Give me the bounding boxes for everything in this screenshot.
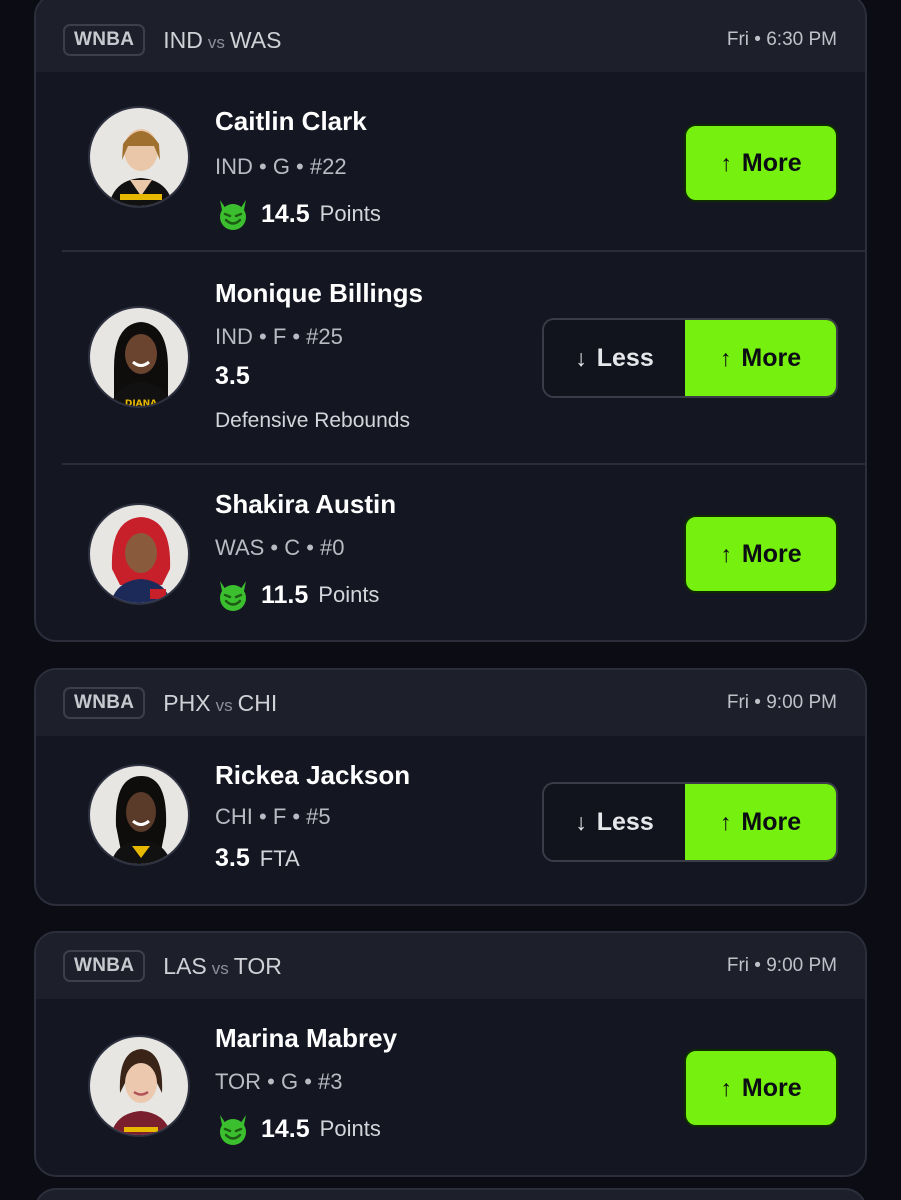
game-time: Fri • 9:00 PM: [726, 692, 837, 713]
player-name: Rickea Jackson: [215, 760, 411, 790]
matchup: LAS vs TOR: [163, 953, 282, 980]
stat-type: Points: [319, 1116, 381, 1141]
player-avatar: [88, 503, 190, 605]
line-value: 11.5: [261, 580, 309, 609]
line-value: 14.5: [261, 1114, 310, 1143]
projection-line: 14.5 Points: [215, 196, 381, 232]
player-name: Caitlin Clark: [215, 106, 367, 136]
player-avatar: [88, 1035, 190, 1137]
less-more-toggle: ↓ Less ↑ More: [542, 782, 838, 862]
less-button[interactable]: ↓ Less: [544, 784, 685, 860]
more-button[interactable]: ↑ More: [685, 320, 836, 396]
devil-emoji-icon: [220, 200, 246, 230]
projection-line: 11.5 Points: [215, 577, 379, 613]
stat-type: Points: [318, 582, 380, 607]
stat-type: Defensive Rebounds: [215, 409, 410, 432]
player-row[interactable]: Caitlin Clark IND • G • #22 14.5 Points …: [62, 72, 865, 252]
next-game-card-peek: [34, 1188, 867, 1200]
vs-label: vs: [215, 695, 233, 715]
more-label: More: [741, 148, 802, 177]
home-team: LAS: [163, 952, 207, 979]
projection-line: 14.5 Points: [215, 1111, 381, 1147]
game-time: Fri • 9:00 PM: [726, 955, 837, 976]
player-name: Monique Billings: [215, 278, 423, 308]
less-button[interactable]: ↓ Less: [544, 320, 685, 396]
game-header: WNBA LAS vs TOR Fri • 9:00 PM: [36, 933, 865, 999]
player-meta: IND • F • #25: [215, 324, 343, 349]
game-card: WNBA PHX vs CHI Fri • 9:00 PM Rickea Jac…: [34, 668, 867, 906]
arrow-up-icon: ↑: [720, 1074, 732, 1101]
player-avatar: [88, 106, 190, 208]
arrow-down-icon: ↓: [575, 344, 587, 371]
less-label: Less: [596, 807, 654, 836]
player-name: Marina Mabrey: [215, 1023, 398, 1053]
vs-label: vs: [207, 32, 225, 52]
matchup: IND vs WAS: [163, 27, 281, 54]
player-meta: WAS • C • #0: [215, 535, 345, 560]
game-header: WNBA PHX vs CHI Fri • 9:00 PM: [36, 670, 865, 736]
devil-emoji-icon: [220, 1115, 246, 1145]
more-button[interactable]: ↑ More: [684, 124, 838, 202]
matchup: PHX vs CHI: [163, 690, 277, 717]
devil-emoji-icon: [220, 581, 246, 611]
less-more-toggle: ↓ Less ↑ More: [542, 318, 838, 398]
arrow-up-icon: ↑: [719, 808, 732, 835]
game-card: WNBA LAS vs TOR Fri • 9:00 PM Marina Mab…: [34, 931, 867, 1177]
more-label: More: [741, 1073, 802, 1102]
more-button[interactable]: ↑ More: [685, 784, 836, 860]
player-row[interactable]: Marina Mabrey TOR • G • #3 14.5 Points ↑…: [62, 999, 865, 1175]
projection-line: 3.5 FTA: [215, 844, 300, 873]
player-row[interactable]: Shakira Austin WAS • C • #0 11.5 Points …: [62, 465, 865, 640]
game-card: WNBA IND vs WAS Fri • 6:30 PM Caitlin Cl…: [34, 0, 867, 642]
stat-type: Points: [319, 201, 381, 226]
league-badge: WNBA: [63, 687, 146, 719]
away-team: TOR: [233, 952, 282, 979]
player-meta: CHI • F • #5: [215, 804, 331, 829]
more-button[interactable]: ↑ More: [684, 515, 838, 593]
player-row[interactable]: Rickea Jackson CHI • F • #5 3.5 FTA ↓ Le…: [62, 736, 865, 904]
home-team: IND: [163, 26, 203, 53]
more-label: More: [741, 343, 802, 372]
league-badge: WNBA: [63, 24, 146, 56]
less-label: Less: [596, 343, 654, 372]
line-value: 3.5: [215, 362, 250, 390]
vs-label: vs: [211, 958, 229, 978]
line-value: 14.5: [261, 199, 310, 228]
game-header: WNBA IND vs WAS Fri • 6:30 PM: [36, 0, 865, 72]
league-badge: WNBA: [63, 950, 146, 982]
game-time: Fri • 6:30 PM: [726, 29, 837, 50]
more-label: More: [741, 539, 802, 568]
away-team: WAS: [229, 26, 282, 53]
arrow-up-icon: ↑: [720, 540, 732, 567]
projection-line: 3.5: [215, 362, 250, 391]
player-meta: IND • G • #22: [215, 154, 347, 179]
arrow-up-icon: ↑: [720, 149, 732, 176]
line-value: 3.5: [215, 844, 250, 872]
more-label: More: [741, 807, 802, 836]
player-name: Shakira Austin: [215, 489, 397, 519]
player-row[interactable]: DIANA Monique Billings IND • F • #25 3.5…: [62, 252, 865, 465]
svg-text:DIANA: DIANA: [125, 399, 157, 408]
more-button[interactable]: ↑ More: [684, 1049, 838, 1127]
stat-type: FTA: [259, 845, 300, 871]
player-meta: TOR • G • #3: [215, 1069, 343, 1094]
player-avatar: DIANA: [88, 306, 190, 408]
home-team: PHX: [163, 689, 211, 716]
away-team: CHI: [237, 689, 278, 716]
arrow-up-icon: ↑: [719, 344, 732, 371]
player-avatar: [88, 764, 190, 866]
arrow-down-icon: ↓: [575, 808, 587, 835]
